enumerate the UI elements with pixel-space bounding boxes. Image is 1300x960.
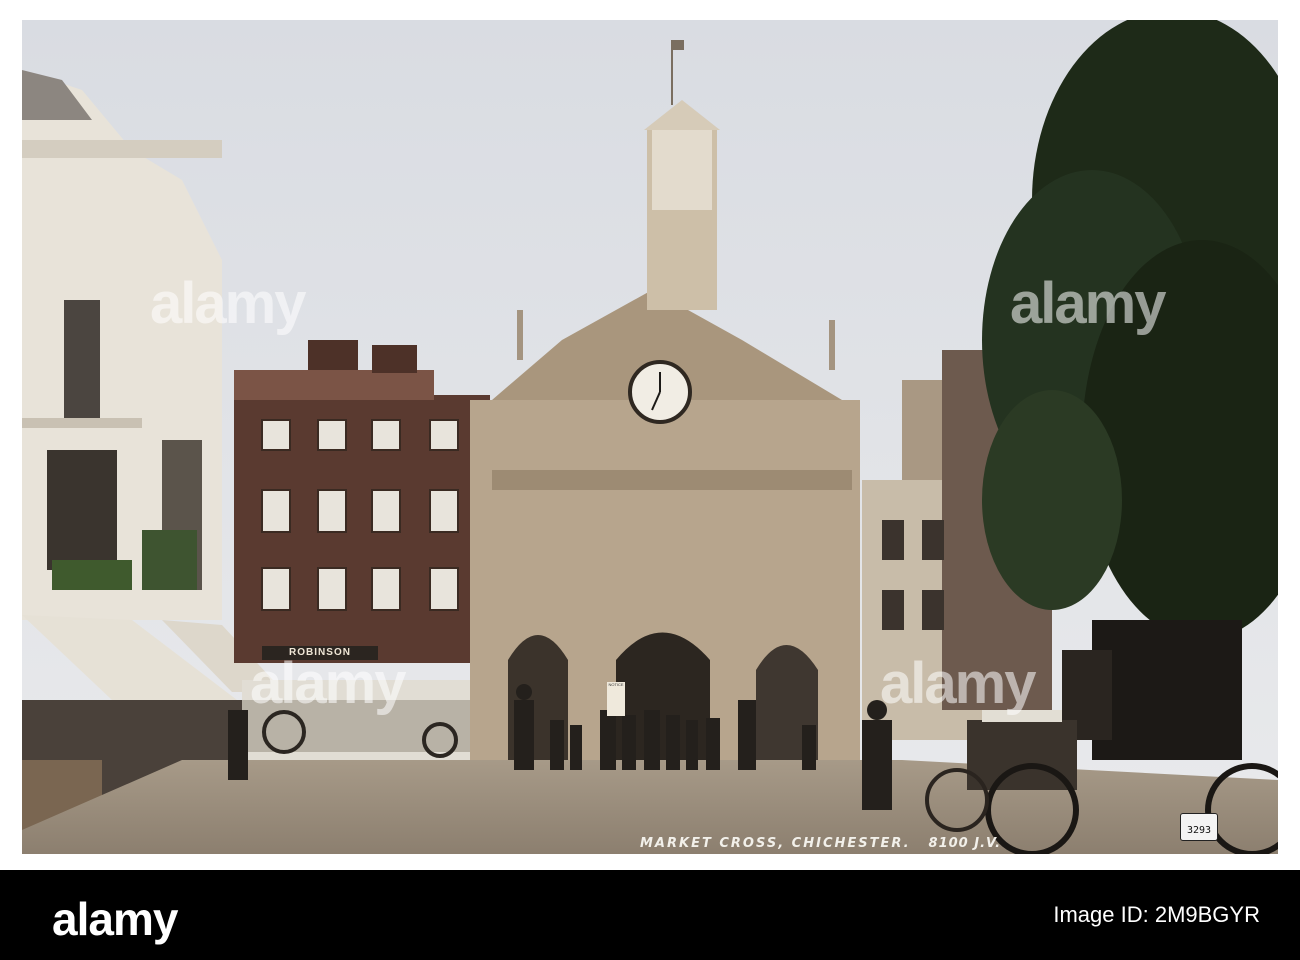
footer-bar: alamy Image ID: 2M9BGYR xyxy=(0,870,1300,960)
left-building xyxy=(22,70,222,620)
photograph: ROBINSON NOTICE 3293 xyxy=(22,20,1278,854)
notice-board: NOTICE xyxy=(607,682,625,716)
watermark-bottom-left: alamy xyxy=(250,651,406,716)
logo-text: alamy xyxy=(52,893,178,945)
image-id: Image ID: 2M9BGYR xyxy=(1053,902,1260,927)
photo-caption: MARKET CROSS, CHICHESTER. 8100 J.V. xyxy=(640,836,1001,851)
market-cross-scene xyxy=(22,20,1278,854)
watermark-left: alamy xyxy=(150,271,306,336)
watermark-bottom-right: alamy xyxy=(880,651,1036,716)
carriage-license-plate: 3293 xyxy=(1180,813,1218,841)
alamy-logo[interactable]: alamy xyxy=(52,892,183,946)
caption-title: MARKET CROSS, CHICHESTER. xyxy=(640,836,911,851)
caption-number: 8100 J.V. xyxy=(928,836,1002,851)
watermark-right: alamy xyxy=(1010,271,1166,336)
